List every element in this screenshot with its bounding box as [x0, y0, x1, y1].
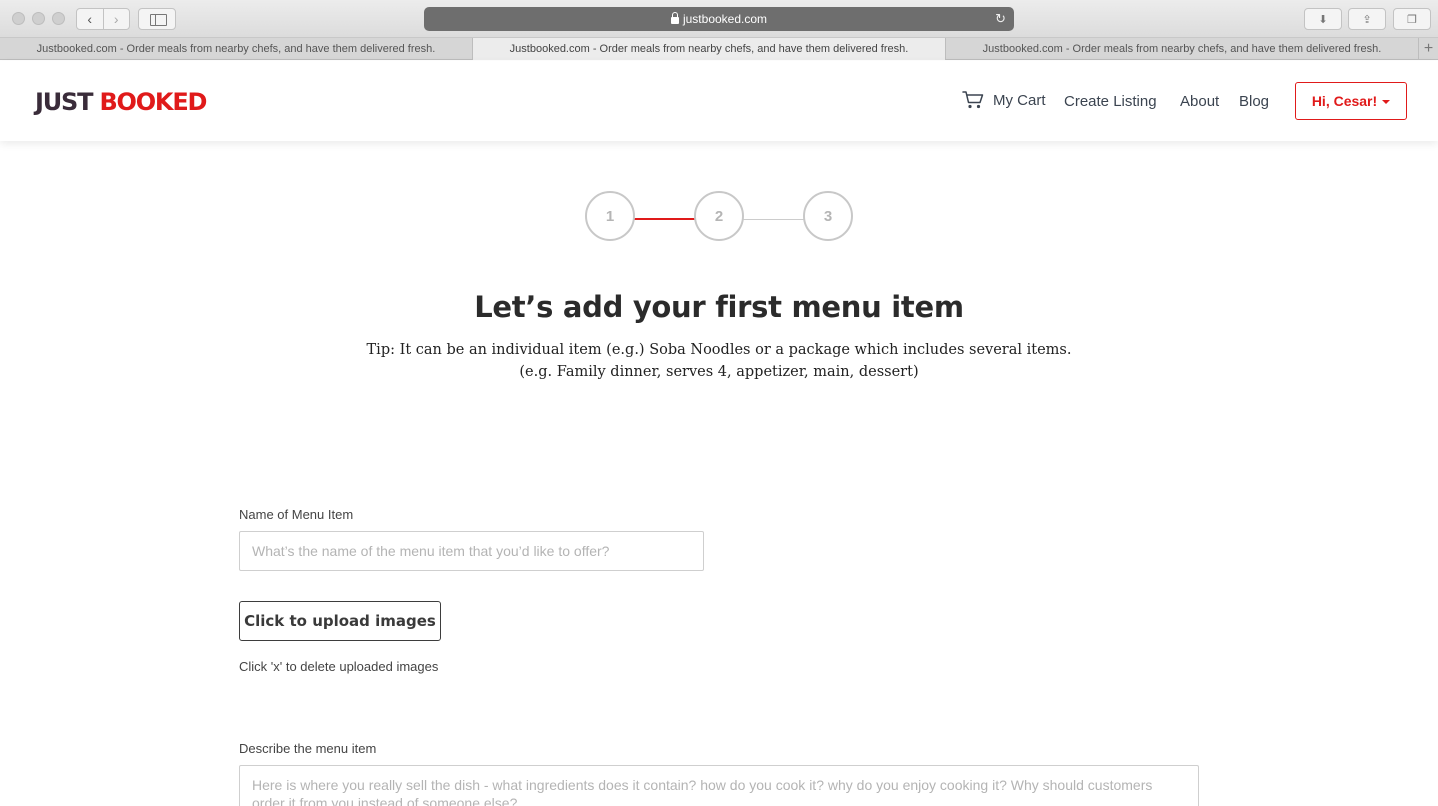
menu-item-name-input[interactable]: [239, 531, 704, 571]
window-zoom-button[interactable]: [52, 12, 65, 25]
cart-icon: [962, 91, 984, 109]
caret-down-icon: [1382, 100, 1391, 104]
stepper-line-completed: [634, 218, 695, 220]
user-menu-button[interactable]: Hi, Cesar!: [1295, 82, 1407, 120]
step-2: 2: [694, 191, 744, 241]
browser-tab-1[interactable]: Justbooked.com - Order meals from nearby…: [0, 38, 473, 60]
stepper-line-pending: [743, 219, 804, 220]
tip-text: Tip: It can be an individual item (e.g.)…: [366, 342, 1072, 380]
browser-toolbar: ‹ › justbooked.com ↻ ⬇ ⇪ ❐: [0, 0, 1438, 38]
downloads-icon[interactable]: ⬇: [1304, 8, 1342, 30]
address-url: justbooked.com: [682, 12, 768, 26]
upload-hint: Click 'x' to delete uploaded images: [239, 659, 439, 674]
logo[interactable]: JUST BOOKED: [35, 88, 207, 116]
browser-tab-2[interactable]: Justbooked.com - Order meals from nearby…: [473, 38, 946, 60]
nav-cart-label: My Cart: [993, 91, 1046, 109]
nav-about-link[interactable]: About: [1180, 93, 1219, 110]
sidebar-toggle-icon[interactable]: [138, 8, 176, 30]
logo-booked: BOOKED: [99, 88, 207, 116]
share-icon[interactable]: ⇪: [1348, 8, 1386, 30]
new-tab-icon[interactable]: +: [1419, 38, 1438, 59]
logo-just: JUST: [35, 88, 93, 116]
upload-images-button[interactable]: Click to upload images: [239, 601, 441, 641]
nav-create-listing-link[interactable]: Create Listing: [1064, 93, 1157, 110]
address-bar[interactable]: justbooked.com ↻: [424, 7, 1014, 31]
browser-tab-3[interactable]: Justbooked.com - Order meals from nearby…: [946, 38, 1419, 60]
reload-icon[interactable]: ↻: [995, 11, 1006, 27]
window-close-button[interactable]: [12, 12, 25, 25]
nav-cart-link[interactable]: My Cart: [962, 91, 1046, 109]
describe-label: Describe the menu item: [239, 741, 377, 756]
step-1: 1: [585, 191, 635, 241]
tabs-overview-icon[interactable]: ❐: [1393, 8, 1431, 30]
site-header: JUST BOOKED My Cart Create Listing About…: [0, 61, 1438, 141]
step-3: 3: [803, 191, 853, 241]
name-label: Name of Menu Item: [239, 507, 354, 522]
forward-icon[interactable]: ›: [102, 9, 130, 29]
page-title: Let’s add your first menu item: [474, 290, 964, 324]
menu-item-description-input[interactable]: [239, 765, 1199, 806]
back-icon[interactable]: ‹: [77, 9, 103, 29]
window-minimize-button[interactable]: [32, 12, 45, 25]
history-nav: ‹ ›: [76, 8, 130, 30]
lock-icon: [670, 11, 679, 24]
tab-bar: Justbooked.com - Order meals from nearby…: [0, 38, 1438, 60]
user-menu-label: Hi, Cesar!: [1311, 93, 1378, 109]
nav-blog-link[interactable]: Blog: [1239, 93, 1269, 110]
